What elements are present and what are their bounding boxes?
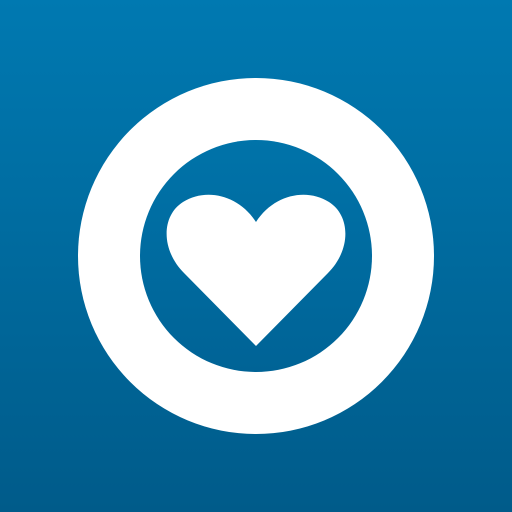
app-icon[interactable] xyxy=(0,0,512,512)
heart-icon xyxy=(166,194,346,346)
